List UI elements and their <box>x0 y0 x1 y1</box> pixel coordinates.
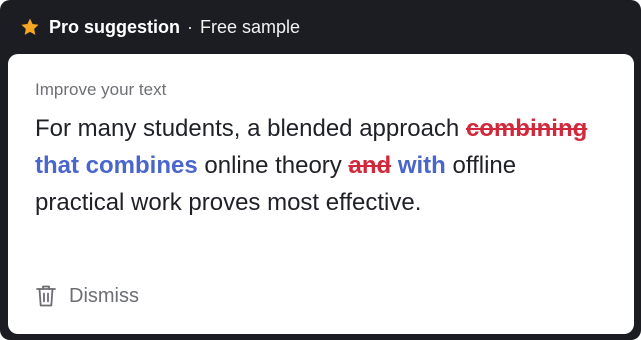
suggestion-text: For many students, a blended approach co… <box>35 110 608 221</box>
star-icon <box>20 17 40 37</box>
suggestion-panel: Pro suggestion · Free sample Improve you… <box>0 0 641 340</box>
header-separator: · <box>187 16 194 37</box>
text-segment <box>391 152 398 179</box>
inserted-word: that combines <box>35 152 198 179</box>
text-segment: For many students, a blended approach <box>35 115 466 142</box>
trash-icon <box>35 284 57 308</box>
deleted-word: combining <box>465 115 588 142</box>
dismiss-label: Dismiss <box>69 284 139 307</box>
suggestion-card: Improve your text For many students, a b… <box>8 54 634 334</box>
pro-suggestion-label: Pro suggestion <box>49 16 181 37</box>
card-heading: Improve your text <box>35 80 167 99</box>
text-segment: online theory <box>197 152 349 179</box>
deleted-word: and <box>348 152 392 179</box>
dismiss-button[interactable]: Dismiss <box>35 284 139 308</box>
suggestion-header: Pro suggestion · Free sample <box>0 0 641 54</box>
inserted-word: with <box>397 152 446 179</box>
free-sample-label: Free sample <box>200 16 301 37</box>
